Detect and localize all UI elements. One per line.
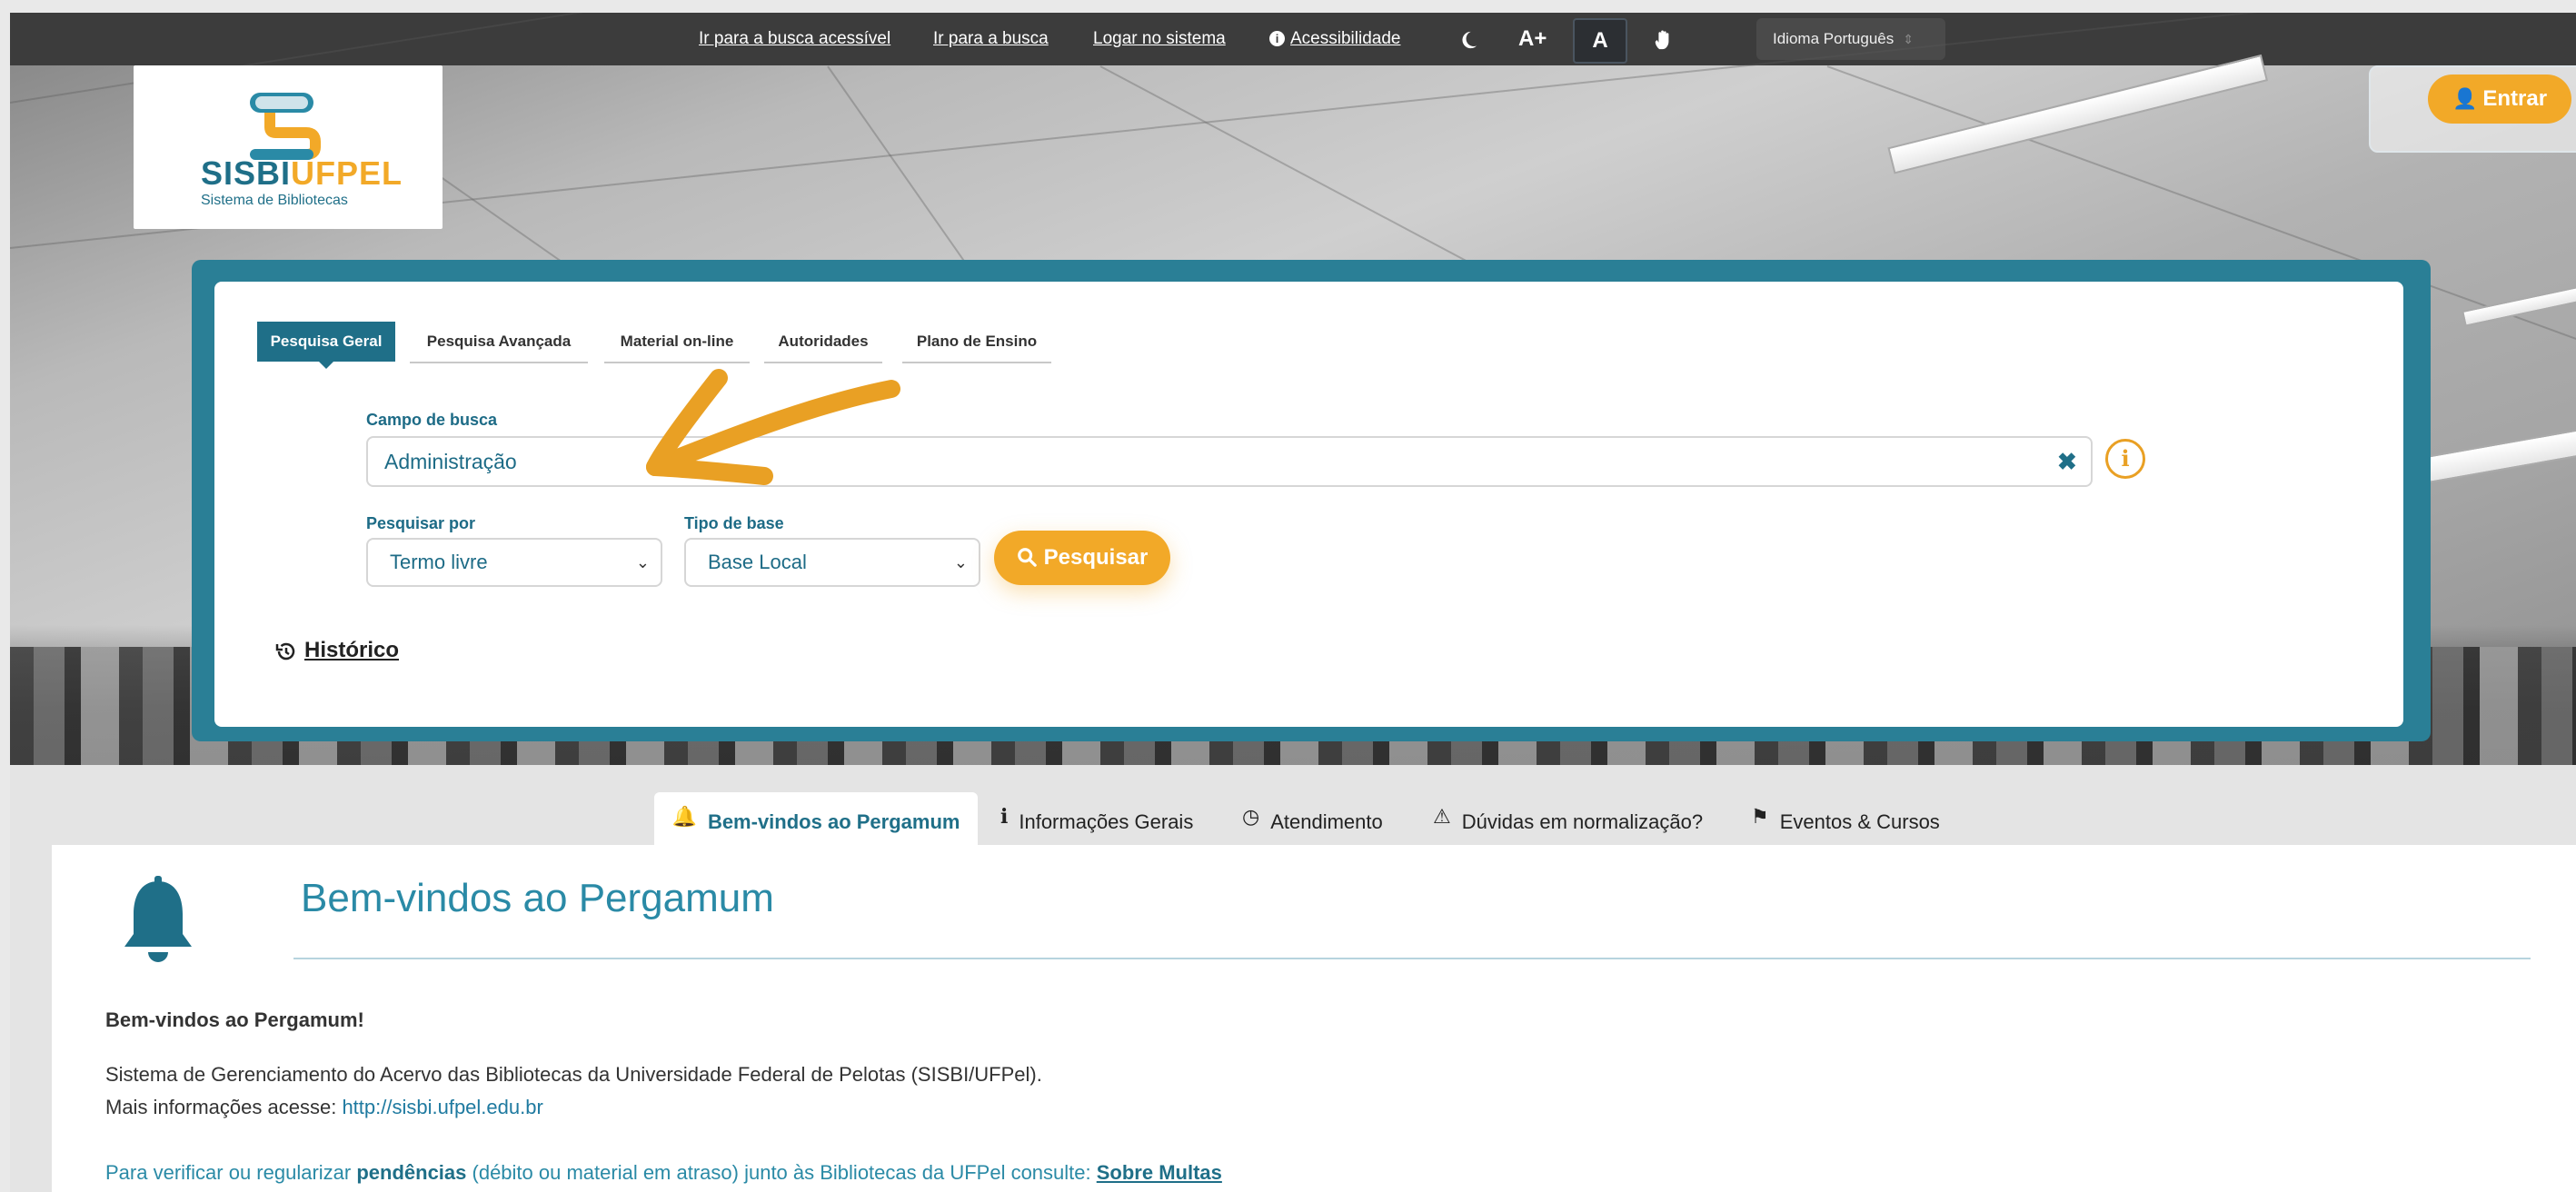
base-type-label: Tipo de base [684, 514, 784, 532]
search-field-label: Campo de busca [366, 411, 498, 429]
tab-pesquisa-geral[interactable]: Pesquisa Geral [257, 322, 395, 369]
link-search[interactable]: Ir para a busca [933, 13, 1049, 65]
browser-viewport: Ir para a busca acessível Ir para a busc… [10, 13, 2576, 1192]
tab-autoridades[interactable]: Autoridades [764, 322, 882, 363]
accessibility-bar: Ir para a busca acessível Ir para a busc… [10, 13, 2576, 65]
chevron-down-icon: ⌄ [953, 553, 968, 571]
clear-icon[interactable]: ✖ [2057, 448, 2077, 476]
search-by-label: Pesquisar por [366, 514, 476, 532]
search-icon [1017, 547, 1037, 567]
bell-icon [124, 876, 192, 962]
info-icon[interactable]: i [2105, 439, 2145, 479]
sisbi-logo[interactable]: SISBIUFPEL Sistema de Bibliotecas [134, 65, 443, 229]
tab-informacoes-gerais[interactable]: i Informações Gerais [1000, 792, 1193, 845]
history-link[interactable]: Histórico [275, 638, 399, 663]
welcome-title: Bem-vindos ao Pergamum [301, 876, 774, 920]
divider [293, 958, 2531, 959]
more-info-line: Mais informações acesse: http://sisbi.uf… [105, 1096, 543, 1118]
logo-subtitle: Sistema de Bibliotecas [201, 193, 348, 208]
link-login[interactable]: Logar no sistema [1093, 13, 1226, 65]
tab-plano-de-ensino[interactable]: Plano de Ensino [902, 322, 1051, 363]
tab-atendimento[interactable]: ◷ Atendimento [1242, 792, 1383, 845]
accessibility-link[interactable]: i Acessibilidade [1269, 13, 1400, 65]
user-lock-icon: 👤 [2452, 87, 2478, 110]
tab-eventos-cursos[interactable]: ⚑ Eventos & Cursos [1751, 792, 1940, 845]
sort-icon: ⇕ [1903, 32, 1914, 46]
chevron-down-icon: ⌄ [635, 553, 650, 571]
base-type-select[interactable]: Base Local ⌄ [684, 538, 980, 587]
info-icon: i [1000, 805, 1009, 829]
welcome-heading: Bem-vindos ao Pergamum! [105, 1008, 364, 1031]
search-by-select[interactable]: Termo livre ⌄ [366, 538, 662, 587]
tab-bem-vindos[interactable]: 🔔 Bem-vindos ao Pergamum [654, 792, 978, 845]
pendencias-text: pendências [356, 1161, 467, 1184]
search-input[interactable]: Administração [366, 436, 2093, 487]
font-increase-button[interactable]: A+ [1518, 13, 1547, 65]
sisbi-link[interactable]: http://sisbi.ufpel.edu.br [342, 1096, 542, 1118]
history-icon [275, 642, 295, 660]
moon-icon[interactable] [1458, 13, 1478, 65]
sobre-multas-link[interactable]: Sobre Multas [1097, 1161, 1222, 1184]
search-button[interactable]: Pesquisar [994, 531, 1170, 585]
contrast-button[interactable]: A [1573, 18, 1627, 64]
logo-text: SISBIUFPEL [201, 154, 403, 192]
annotation-arrow-icon [646, 369, 900, 485]
login-button[interactable]: 👤 Entrar [2428, 74, 2571, 124]
bell-icon: 🔔 [671, 805, 697, 828]
pending-line: Para verificar ou regularizar pendências… [105, 1161, 1222, 1184]
hand-icon[interactable] [1653, 13, 1673, 65]
link-accessible-search[interactable]: Ir para a busca acessível [699, 13, 890, 65]
tab-material-online[interactable]: Material on-line [604, 322, 750, 363]
clock-icon: ◷ [1242, 805, 1260, 828]
tab-pesquisa-avancada[interactable]: Pesquisa Avançada [410, 322, 588, 363]
bookmark-icon: ⚑ [1751, 805, 1769, 828]
tab-duvidas-normalizacao[interactable]: ⚠ Dúvidas em normalização? [1433, 792, 1703, 845]
info-circle-icon: i [1269, 31, 1285, 47]
warning-icon: ⚠ [1433, 805, 1451, 828]
welcome-description: Sistema de Gerenciamento do Acervo das B… [105, 1063, 1042, 1086]
